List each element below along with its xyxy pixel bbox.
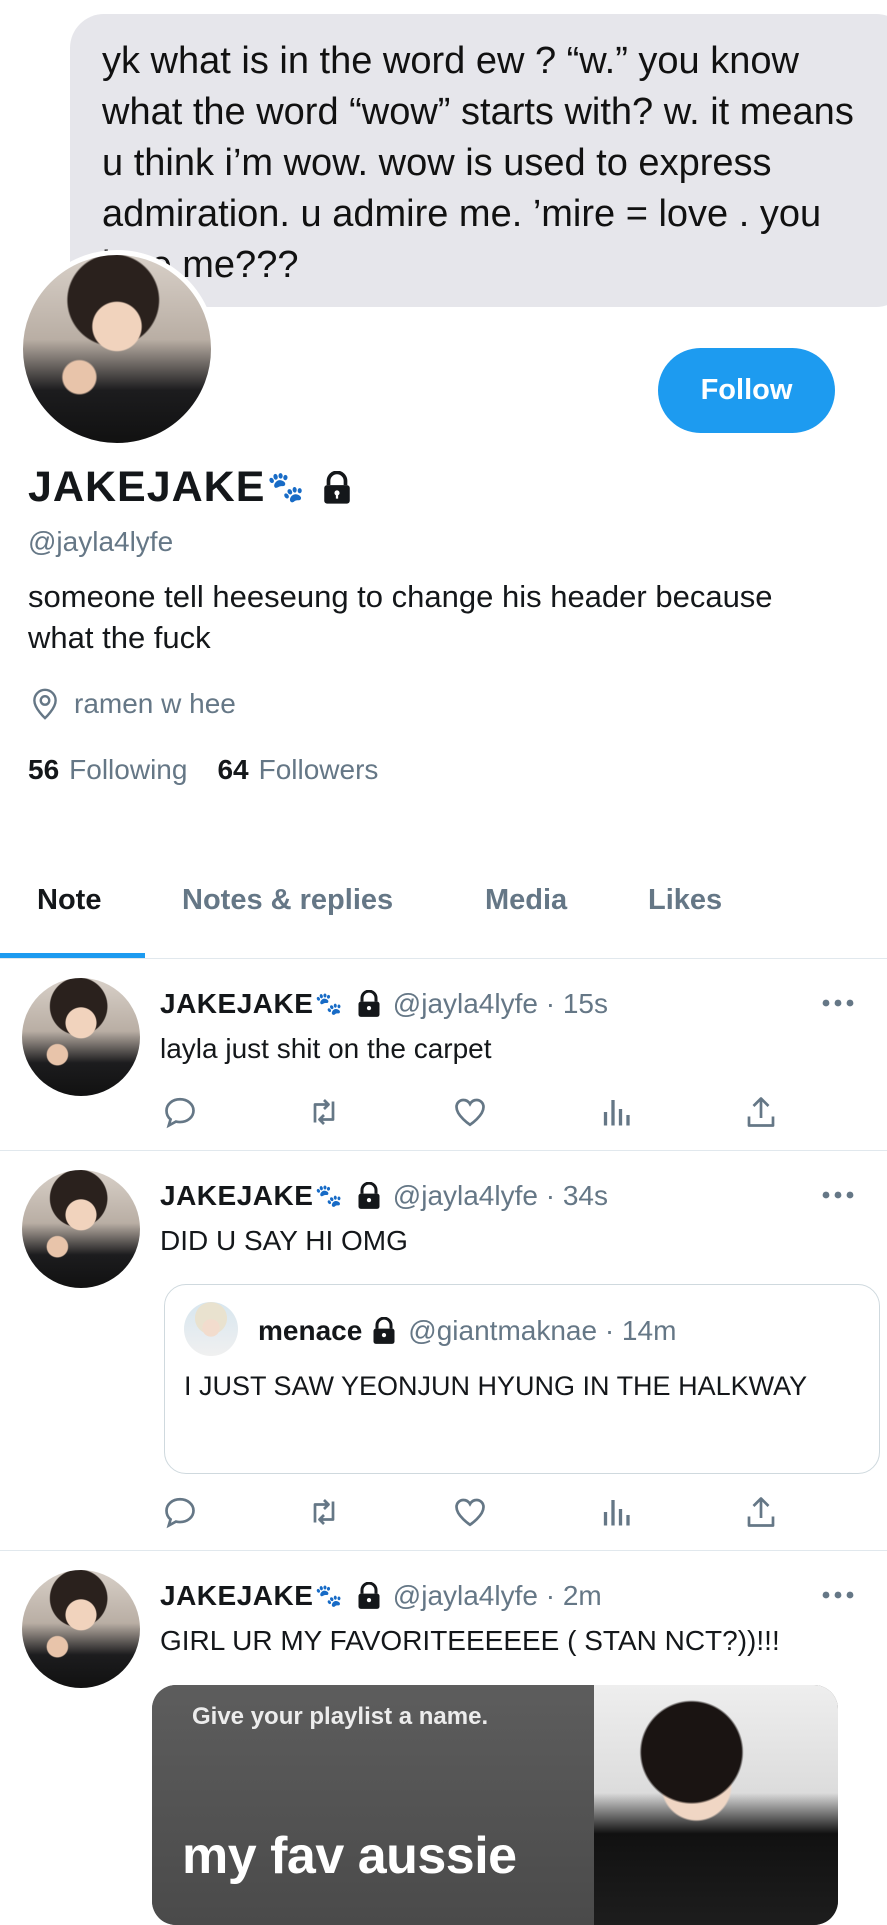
- tweet-meta: @jayla4lyfe · 15s: [392, 988, 608, 1019]
- tweet-author-name[interactable]: JAKEJAKE: [160, 1180, 313, 1212]
- tab-media[interactable]: Media: [485, 884, 567, 917]
- profile-stats: 56 Following 64 Followers: [28, 754, 408, 786]
- followers-label: Followers: [258, 754, 379, 785]
- like-icon[interactable]: [452, 1494, 488, 1530]
- following-stat[interactable]: 56 Following: [28, 754, 187, 786]
- location-text: ramen w hee: [74, 688, 236, 719]
- tweet-divider: [0, 1150, 887, 1151]
- share-icon[interactable]: [743, 1494, 779, 1530]
- tweet-avatar[interactable]: [22, 1570, 140, 1688]
- profile-bio: someone tell heeseung to change his head…: [28, 579, 773, 655]
- profile-avatar[interactable]: [18, 250, 216, 448]
- more-icon[interactable]: [821, 1190, 855, 1200]
- quoted-tweet-avatar: [184, 1302, 238, 1356]
- followers-count: 64: [217, 754, 249, 785]
- tweet-header: JAKEJAKE 🐾 @jayla4lyfe · 15s: [160, 988, 608, 1020]
- retweet-icon[interactable]: [306, 1094, 342, 1130]
- profile-location: ramen w hee: [28, 687, 236, 721]
- media-playlist-title: my fav aussie: [182, 1827, 517, 1885]
- profile-handle: @jayla4lyfe: [28, 526, 174, 557]
- header-banner-text: yk what is in the word ew ? “w.” you kno…: [102, 40, 854, 286]
- tweet-text: GIRL UR MY FAVORITEEEEEE ( STAN NCT?))!!…: [160, 1625, 780, 1656]
- tweet-avatar[interactable]: [22, 1170, 140, 1288]
- tweet-meta: @jayla4lyfe · 2m: [392, 1580, 602, 1611]
- profile-name-text: JAKEJAKE: [28, 463, 266, 511]
- location-pin-icon: [33, 688, 57, 720]
- quoted-author-name: menace: [258, 1315, 363, 1346]
- following-label: Following: [69, 754, 188, 785]
- analytics-icon[interactable]: [598, 1494, 634, 1530]
- profile-display-name: JAKEJAKE 🐾: [28, 463, 354, 512]
- lock-icon: [358, 1582, 380, 1609]
- quoted-tweet-meta: @giantmaknae · 14m: [408, 1315, 677, 1346]
- paw-emoji: 🐾: [315, 991, 343, 1016]
- following-count: 56: [28, 754, 60, 785]
- reply-icon[interactable]: [162, 1094, 198, 1130]
- tab-likes[interactable]: Likes: [648, 884, 722, 917]
- paw-emoji: 🐾: [315, 1183, 343, 1208]
- tab-notes-replies[interactable]: Notes & replies: [182, 884, 393, 917]
- tweet-author-name[interactable]: JAKEJAKE: [160, 988, 313, 1020]
- like-icon[interactable]: [452, 1094, 488, 1130]
- more-icon[interactable]: [821, 998, 855, 1008]
- tab-divider: [0, 958, 887, 959]
- paw-emoji: 🐾: [315, 1583, 343, 1608]
- media-playlist-prompt: Give your playlist a name.: [192, 1703, 489, 1730]
- retweet-icon[interactable]: [306, 1494, 342, 1530]
- paw-emoji: 🐾: [267, 471, 306, 504]
- media-photo: [594, 1685, 838, 1925]
- tweet-header: JAKEJAKE 🐾 @jayla4lyfe · 2m: [160, 1580, 602, 1612]
- tweet-author-name[interactable]: JAKEJAKE: [160, 1580, 313, 1612]
- tweet-meta: @jayla4lyfe · 34s: [392, 1180, 608, 1211]
- analytics-icon[interactable]: [598, 1094, 634, 1130]
- tweet-divider: [0, 1550, 887, 1551]
- tweet-text: DID U SAY HI OMG: [160, 1225, 408, 1256]
- lock-icon: [358, 1182, 380, 1209]
- follow-button[interactable]: Follow: [658, 348, 835, 433]
- more-icon[interactable]: [821, 1590, 855, 1600]
- quoted-tweet-header: menace @giantmaknae · 14m: [258, 1315, 676, 1347]
- followers-stat[interactable]: 64 Followers: [217, 754, 378, 786]
- active-tab-indicator: [0, 953, 145, 958]
- tweet-avatar[interactable]: [22, 978, 140, 1096]
- share-icon[interactable]: [743, 1094, 779, 1130]
- lock-icon: [358, 990, 380, 1017]
- lock-icon: [373, 1317, 395, 1344]
- tweet-header: JAKEJAKE 🐾 @jayla4lyfe · 34s: [160, 1180, 608, 1212]
- lock-icon: [324, 470, 350, 504]
- reply-icon[interactable]: [162, 1494, 198, 1530]
- quoted-tweet-text: I JUST SAW YEONJUN HYUNG IN THE HALKWAY: [184, 1371, 808, 1401]
- tab-note[interactable]: Note: [37, 884, 101, 917]
- tweet-text: layla just shit on the carpet: [160, 1033, 492, 1064]
